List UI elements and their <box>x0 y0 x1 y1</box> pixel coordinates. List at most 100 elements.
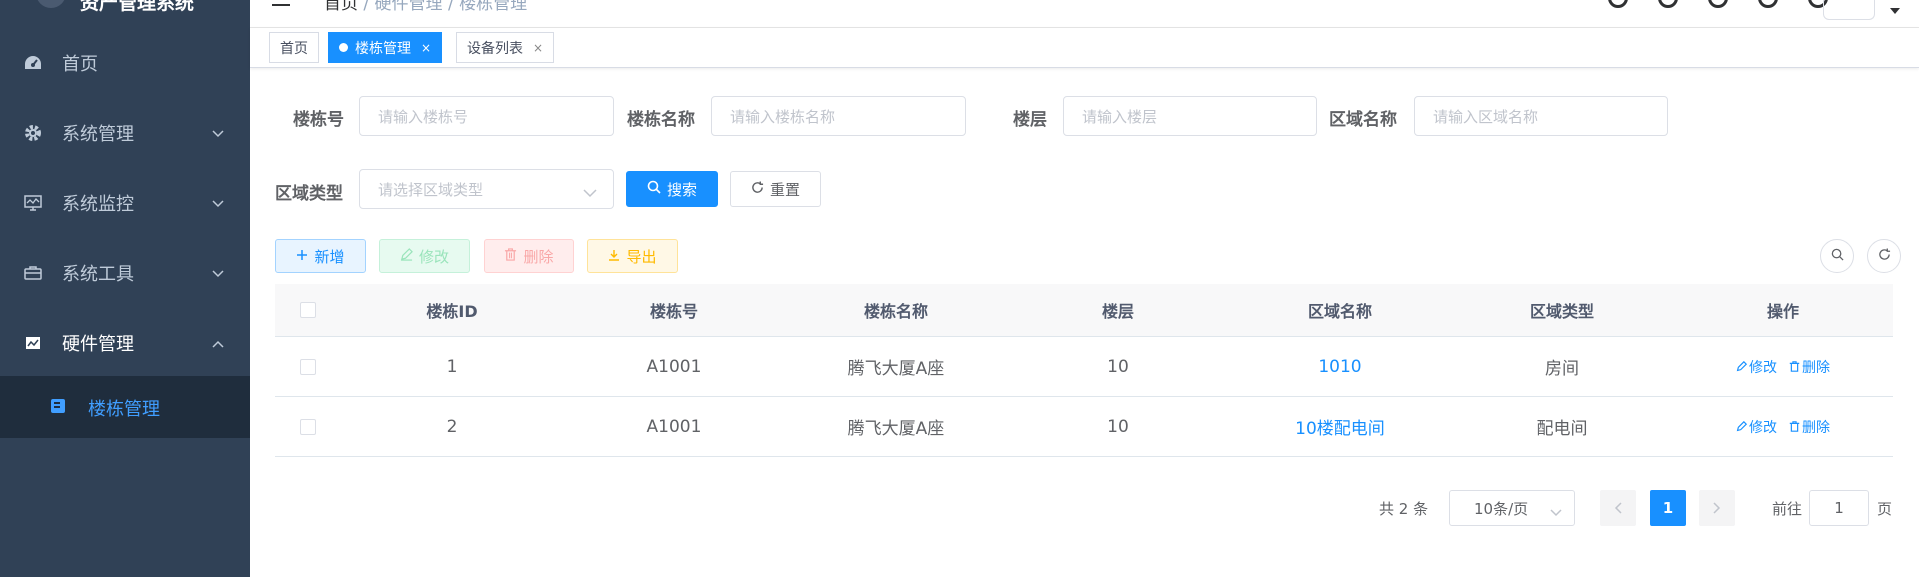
row-edit-label: 修改 <box>1749 359 1777 376</box>
edit-icon <box>1736 361 1747 372</box>
trash-icon <box>504 247 517 265</box>
chevron-right-icon <box>1713 502 1721 514</box>
sidebar-item-home[interactable]: 首页 <box>0 28 250 98</box>
cell-floor: 10 <box>1107 416 1129 437</box>
goto-page-input[interactable]: 1 <box>1809 490 1869 526</box>
cell-operation: 修改 删除 <box>1673 337 1893 396</box>
download-icon <box>608 247 620 265</box>
chevron-down-icon <box>212 196 224 212</box>
tag-device-list[interactable]: 设备列表 × <box>456 32 555 63</box>
cell-area-type: 房间 <box>1545 359 1579 379</box>
row-checkbox[interactable] <box>300 418 316 435</box>
chevron-down-icon <box>212 126 224 142</box>
row-delete-label: 删除 <box>1802 419 1830 436</box>
header-operation: 操作 <box>1766 302 1799 321</box>
header-building-no: 楼栋号 <box>649 302 698 321</box>
tag-building-manage[interactable]: 楼栋管理 × <box>328 32 443 63</box>
header-floor: 楼层 <box>1101 302 1134 321</box>
page-unit-label: 页 <box>1877 500 1893 518</box>
cell-building-name: 腾飞大厦A座 <box>847 419 945 439</box>
chevron-left-icon <box>1614 502 1622 514</box>
floor-input[interactable]: 请输入楼层 <box>1063 96 1317 136</box>
row-delete-button[interactable]: 删除 <box>1789 417 1830 437</box>
row-edit-button[interactable]: 修改 <box>1736 417 1777 437</box>
sidebar-subitem-building[interactable]: 楼栋管理 <box>0 376 250 438</box>
area-name-input[interactable]: 请输入区域名称 <box>1414 96 1668 136</box>
search-icon[interactable] <box>1608 0 1628 8</box>
cell-area-name-link[interactable]: 1010 <box>1229 337 1451 396</box>
hamburger-icon[interactable] <box>272 0 290 6</box>
cell-building-no: A1001 <box>646 356 702 377</box>
breadcrumb-item[interactable]: 首页 <box>324 0 358 14</box>
edit-button[interactable]: 修改 <box>379 239 470 273</box>
close-icon[interactable]: × <box>421 41 431 55</box>
row-checkbox[interactable] <box>300 358 316 375</box>
reset-button[interactable]: 重置 <box>730 171 821 207</box>
close-icon[interactable]: × <box>533 41 543 55</box>
cell-area-name-link[interactable]: 10楼配电间 <box>1229 397 1451 456</box>
area-type-select[interactable]: 请选择区域类型 <box>359 169 614 209</box>
page-size-select[interactable]: 10条/页 <box>1449 490 1575 526</box>
add-button-label: 新增 <box>314 247 345 266</box>
sidebar-item-label: 硬件管理 <box>62 334 134 355</box>
dashboard-icon <box>24 54 42 72</box>
refresh-table-button[interactable] <box>1867 239 1901 273</box>
building-no-input[interactable]: 请输入楼栋号 <box>359 96 614 136</box>
area-type-label: 区域类型 <box>275 184 343 204</box>
breadcrumb-separator: / <box>358 0 375 14</box>
plus-icon <box>296 247 308 265</box>
chevron-up-icon <box>212 336 224 352</box>
refresh-icon <box>1878 247 1891 265</box>
sidebar-item-label: 系统管理 <box>62 124 134 145</box>
search-icon <box>1831 248 1844 265</box>
navbar: 首页 / 硬件管理 / 楼栋管理 <box>250 0 1919 28</box>
table-row: 2 A1001 腾飞大厦A座 10 10楼配电间 配电间 修改 删除 <box>275 397 1893 457</box>
pagination-total: 共 2 条 <box>1379 500 1429 518</box>
prev-page-button[interactable] <box>1600 490 1636 526</box>
question-icon[interactable] <box>1708 0 1728 8</box>
fullscreen-icon[interactable] <box>1758 0 1778 8</box>
export-button[interactable]: 导出 <box>587 239 678 273</box>
logo-icon <box>36 0 66 8</box>
goto-label: 前往 <box>1772 500 1803 518</box>
building-name-input[interactable]: 请输入楼栋名称 <box>711 96 966 136</box>
add-button[interactable]: 新增 <box>275 239 366 273</box>
delete-button-label: 删除 <box>523 247 554 266</box>
caret-down-icon[interactable] <box>1890 8 1900 14</box>
trash-icon <box>1789 361 1800 372</box>
hardware-icon <box>24 334 42 352</box>
sidebar-item-system[interactable]: 系统管理 <box>0 98 250 168</box>
row-delete-button[interactable]: 删除 <box>1789 357 1830 377</box>
building-table: 楼栋ID 楼栋号 楼栋名称 楼层 区域名称 区域类型 操作 1 A1001 腾飞… <box>275 284 1893 457</box>
sidebar-item-tools[interactable]: 系统工具 <box>0 238 250 308</box>
cell-building-id: 1 <box>446 356 458 377</box>
github-icon[interactable] <box>1658 0 1678 8</box>
header-area-name: 区域名称 <box>1307 302 1372 321</box>
chevron-down-icon <box>583 184 597 202</box>
row-delete-label: 删除 <box>1802 359 1830 376</box>
sidebar-item-label: 系统工具 <box>62 264 134 285</box>
row-edit-button[interactable]: 修改 <box>1736 357 1777 377</box>
toggle-search-button[interactable] <box>1820 239 1854 273</box>
logo: 资产管理系统 <box>0 0 250 12</box>
search-button[interactable]: 搜索 <box>626 171 718 207</box>
tag-home[interactable]: 首页 <box>269 32 319 63</box>
building-no-label: 楼栋号 <box>293 110 344 130</box>
avatar[interactable] <box>1823 0 1875 20</box>
active-dot-icon <box>339 43 348 52</box>
sidebar-item-monitor[interactable]: 系统监控 <box>0 168 250 238</box>
chevron-down-icon <box>212 266 224 282</box>
export-button-label: 导出 <box>626 247 657 266</box>
floor-label: 楼层 <box>1013 110 1047 130</box>
select-all-cell <box>275 284 341 336</box>
sidebar-item-hardware[interactable]: 硬件管理 <box>0 308 250 378</box>
trash-icon <box>1789 421 1800 432</box>
page-number-button[interactable]: 1 <box>1650 490 1686 526</box>
breadcrumb: 首页 / 硬件管理 / 楼栋管理 <box>324 0 527 14</box>
next-page-button[interactable] <box>1699 490 1735 526</box>
select-all-checkbox[interactable] <box>300 302 316 318</box>
breadcrumb-separator: / <box>442 0 460 14</box>
chevron-down-icon <box>1550 503 1562 521</box>
header-area-type: 区域类型 <box>1529 302 1594 321</box>
delete-button[interactable]: 删除 <box>484 239 574 273</box>
